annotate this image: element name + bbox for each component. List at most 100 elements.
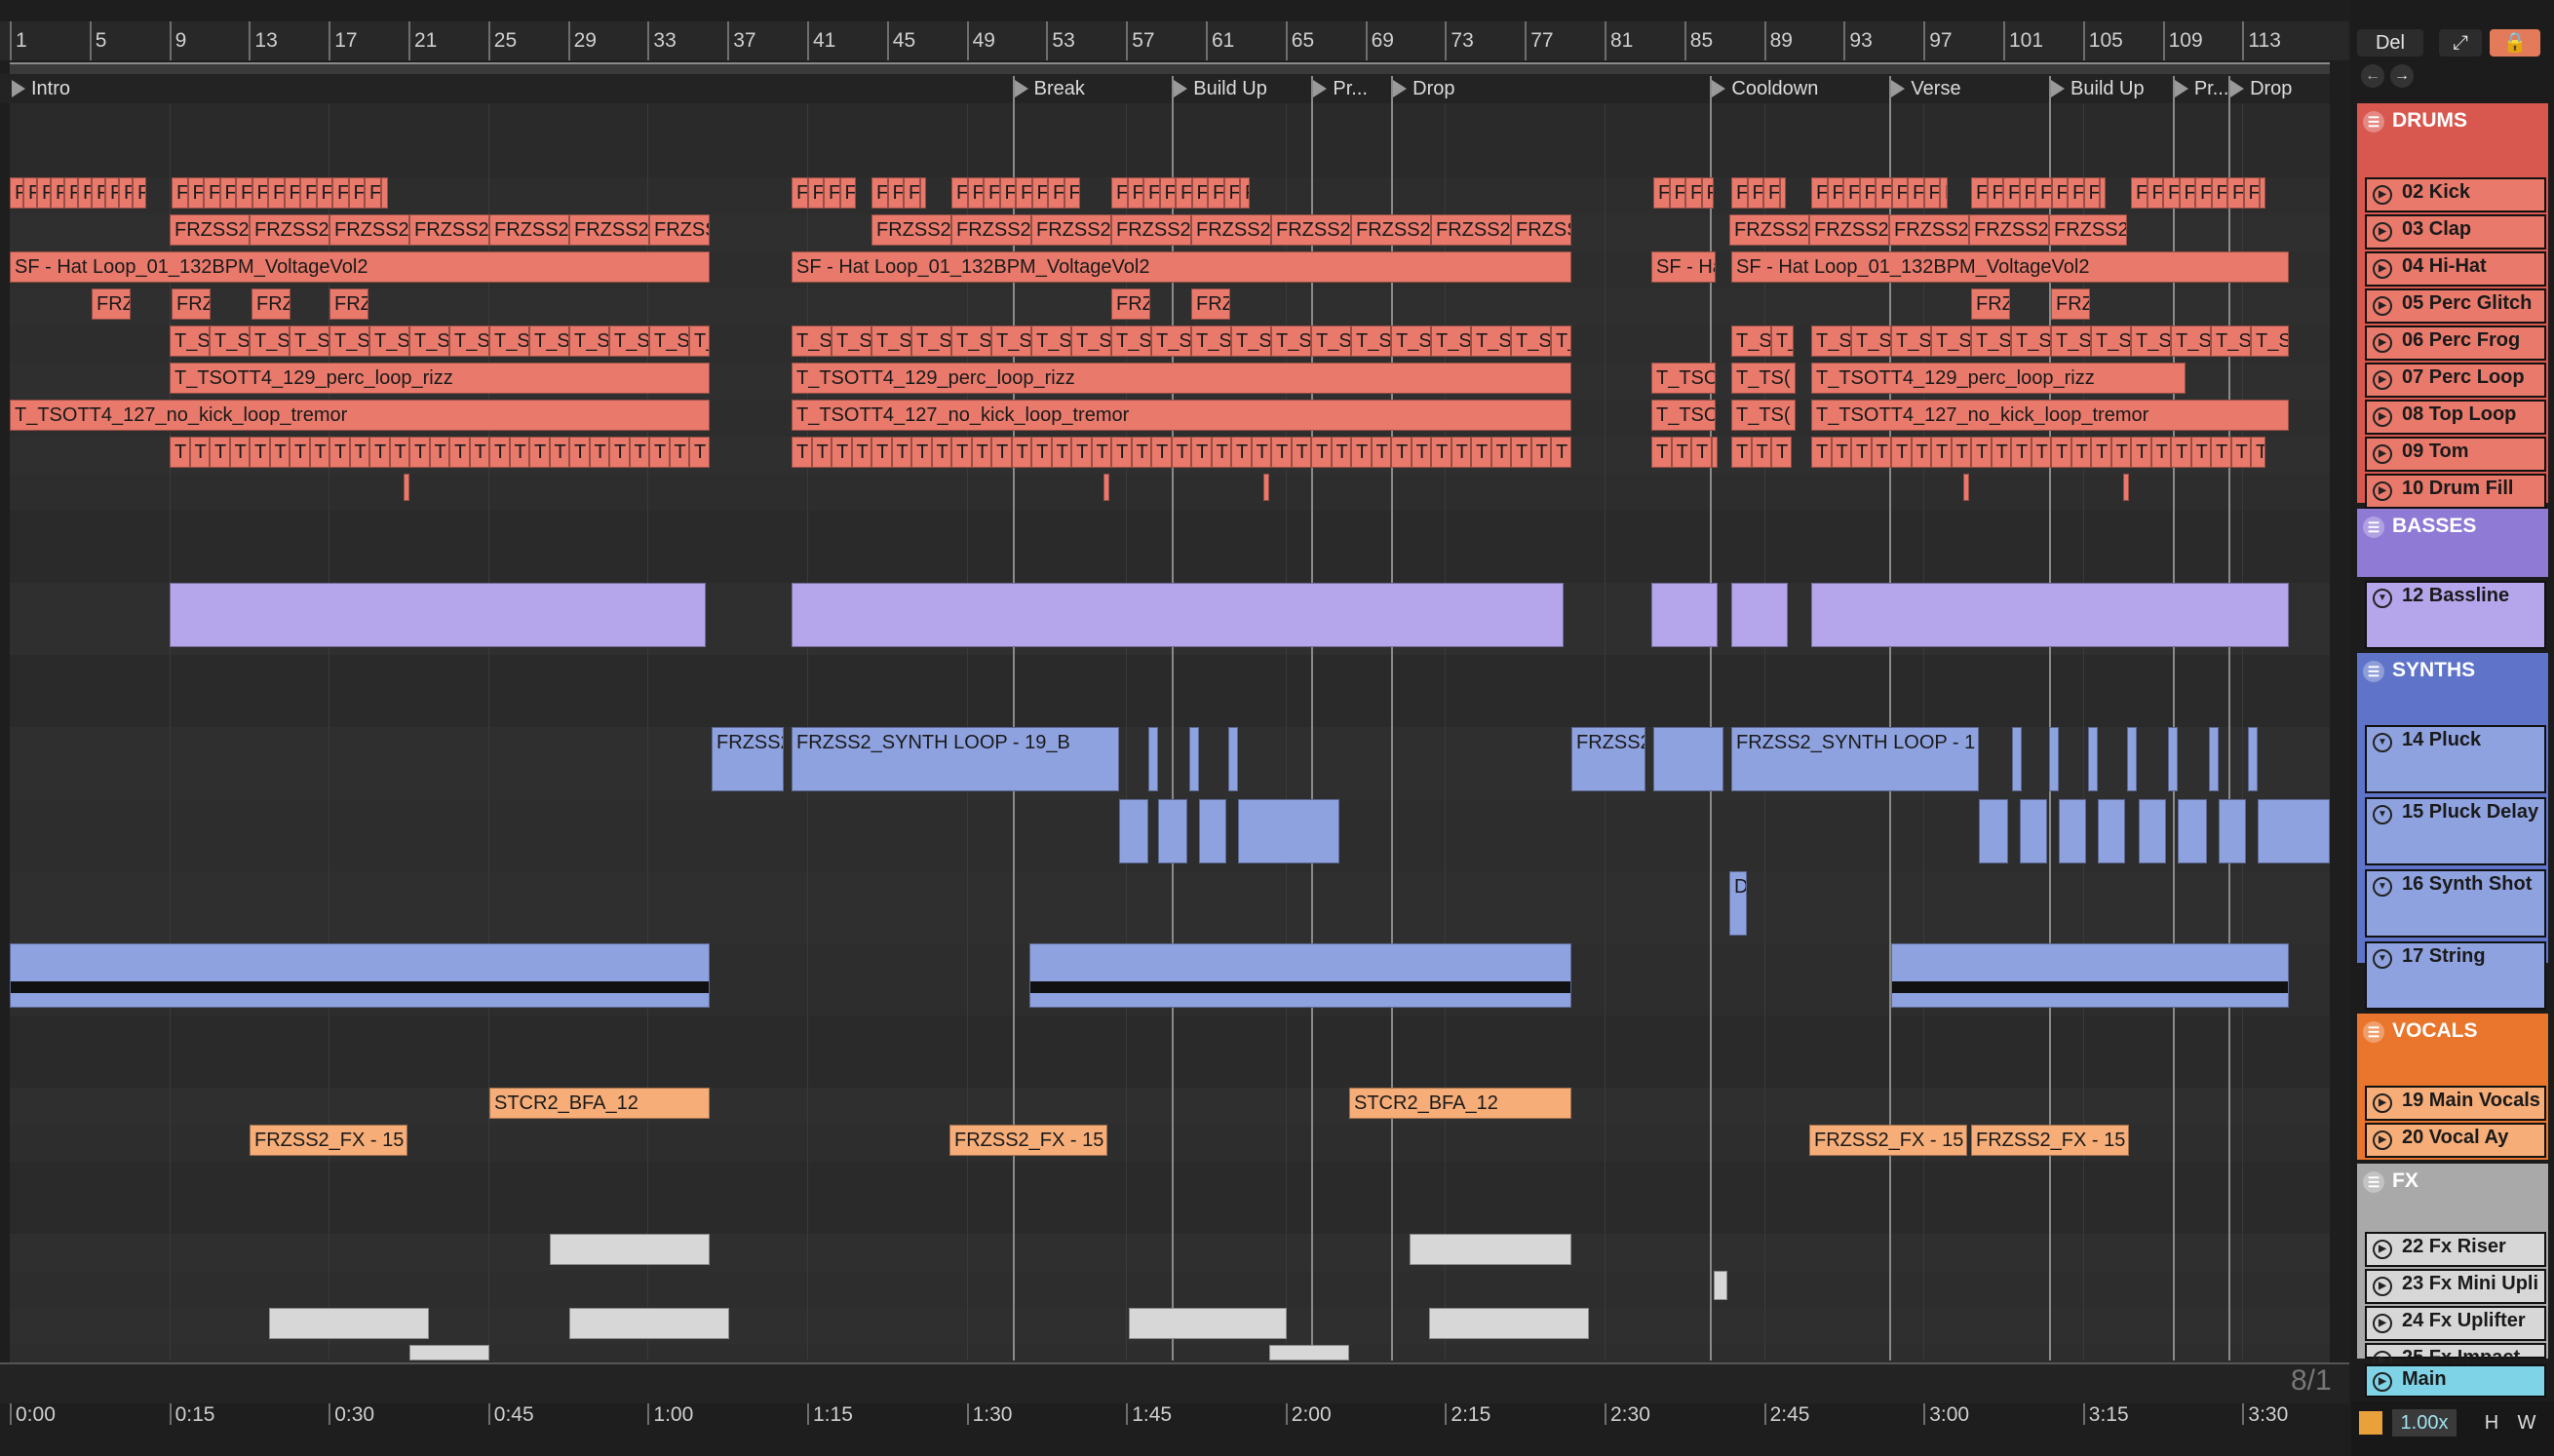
pluck-clip[interactable]: FRZSS2_SYNTH LOOP - 19_B [792,727,1119,791]
kick-clip[interactable]: F [792,177,808,209]
perc-frog-clip[interactable]: T_S [1771,326,1794,357]
tom-clip[interactable]: T [1031,437,1052,468]
track-header[interactable]: ▶ 07 Perc Loop [2365,363,2546,398]
fx-uplifter-clip[interactable] [1429,1308,1589,1339]
kick-clip[interactable]: F [332,177,349,209]
perc-glitch-clip[interactable]: FRZ [329,288,368,320]
pluck-delay-clip[interactable] [1979,799,2008,863]
kick-clip[interactable]: F [1763,177,1780,209]
play-icon[interactable]: ▶ [2373,1130,2392,1150]
track-header[interactable]: ▼ 12 Bassline [2365,581,2546,649]
perc-frog-clip[interactable]: T_S [1111,326,1151,357]
pluck-clip[interactable] [1189,727,1199,791]
kick-clip[interactable]: F [133,177,146,209]
tom-clip[interactable]: T [991,437,1012,468]
tom-clip[interactable]: T [2031,437,2051,468]
tom-clip[interactable]: T [1111,437,1132,468]
tom-clip[interactable]: T [1331,437,1351,468]
top-loop-clip[interactable]: T_TSOTT4_127_no_kick_loop_tremor [1811,400,2289,431]
group-icon[interactable]: ☰ [2363,1021,2384,1043]
tom-clip[interactable]: T [1251,437,1271,468]
tom-clip[interactable]: T [1991,437,2011,468]
track-lane[interactable] [10,1015,2330,1089]
tom-clip[interactable]: T [1811,437,1832,468]
perc-frog-clip[interactable]: T_S [792,326,832,357]
bassline-clip[interactable] [792,583,1564,647]
tom-clip[interactable]: T [1311,437,1332,468]
perc-glitch-clip[interactable]: FRZ [252,288,290,320]
perc-frog-clip[interactable]: T_S [329,326,369,357]
perc-frog-clip[interactable]: T_S [250,326,290,357]
kick-clip[interactable]: F [219,177,236,209]
tom-clip[interactable]: T [1651,437,1672,468]
tom-clip[interactable]: T [1391,437,1412,468]
locator[interactable]: Cooldown [1710,76,1889,103]
tom-clip[interactable]: T [1530,437,1551,468]
tom-clip[interactable]: T [429,437,449,468]
pluck-delay-clip[interactable] [2178,799,2207,863]
tom-clip[interactable]: T [1171,437,1191,468]
fx-uplifter-clip[interactable] [1129,1308,1287,1339]
tom-clip[interactable]: T [369,437,390,468]
fx-impact-clip[interactable] [1269,1345,1349,1360]
track-header[interactable]: ▶ 05 Perc Glitch [2365,288,2546,324]
tom-clip[interactable]: T [290,437,310,468]
tom-clip[interactable]: T [1490,437,1511,468]
play-icon[interactable]: ▶ [2373,1093,2392,1113]
kick-clip[interactable]: F [1176,177,1192,209]
tom-clip[interactable]: T [509,437,529,468]
tom-clip[interactable]: T [891,437,911,468]
pluck-delay-clip[interactable] [2219,799,2246,863]
track-header[interactable]: ▶ 25 Fx Impact [2365,1343,2546,1370]
locator[interactable]: Build Up [1172,76,1311,103]
drum-fill-clip[interactable] [1963,474,1969,501]
tom-clip[interactable]: T [689,437,710,468]
tom-clip[interactable]: T [189,437,210,468]
kick-clip[interactable]: F [1971,177,1988,209]
tom-clip[interactable]: T [669,437,689,468]
tom-clip[interactable]: T [489,437,510,468]
vocal-ay-clip[interactable]: FRZSS2_FX - 15 [1971,1125,2129,1156]
tom-clip[interactable]: T [2150,437,2171,468]
tom-clip[interactable]: T [1231,437,1252,468]
perc-frog-clip[interactable]: T_S [1151,326,1191,357]
kick-clip[interactable]: F [1685,177,1702,209]
clap-clip[interactable]: FRZSS2 [329,214,409,246]
tom-clip[interactable]: T [210,437,230,468]
fold-icon[interactable]: ▼ [2373,733,2392,752]
pluck-clip[interactable]: FRZSS2_SYNTH LOOP - 1 [1731,727,1979,791]
pluck-clip[interactable]: FRZSS2 [1571,727,1645,791]
fold-icon[interactable]: ▼ [2373,949,2392,969]
pluck-delay-clip[interactable] [2098,799,2125,863]
kick-clip[interactable]: F [119,177,133,209]
kick-clip[interactable]: F [2131,177,2148,209]
track-header[interactable]: ▶ 23 Fx Mini Upli [2365,1269,2546,1304]
perc-glitch-clip[interactable]: FRZ [172,288,211,320]
pluck-delay-clip[interactable] [2258,799,2330,863]
perc-frog-clip[interactable]: T_S [1971,326,2011,357]
kick-clip[interactable]: F [1940,177,1948,209]
kick-clip[interactable]: F [1111,177,1128,209]
pluck-clip[interactable] [2248,727,2258,791]
kick-clip[interactable]: F [2147,177,2163,209]
tom-clip[interactable]: T [2091,437,2111,468]
pluck-delay-clip[interactable] [2020,799,2047,863]
pluck-clip[interactable] [2088,727,2098,791]
group-icon[interactable]: ☰ [2363,517,2384,538]
drum-fill-clip[interactable] [1103,474,1109,501]
play-icon[interactable]: ▶ [2373,185,2392,205]
tom-clip[interactable]: T [1151,437,1172,468]
clap-clip[interactable]: FRZSS2 [1111,214,1191,246]
kick-clip[interactable]: F [1064,177,1080,209]
kick-clip[interactable]: F [51,177,64,209]
hihat-clip[interactable]: SF - Hat Loop_01_132BPM_VoltageVol2 [792,251,1571,283]
kick-clip[interactable]: F [2195,177,2212,209]
locator[interactable]: Pr... [2173,76,2228,103]
play-icon[interactable]: ▶ [2373,370,2392,390]
tom-clip[interactable]: T [931,437,951,468]
track-lane[interactable] [10,1088,2330,1126]
tom-clip[interactable]: T [951,437,972,468]
kick-clip[interactable]: F [1143,177,1160,209]
play-icon[interactable]: ▶ [2373,1240,2392,1259]
clap-clip[interactable]: FRZSS2 [409,214,489,246]
